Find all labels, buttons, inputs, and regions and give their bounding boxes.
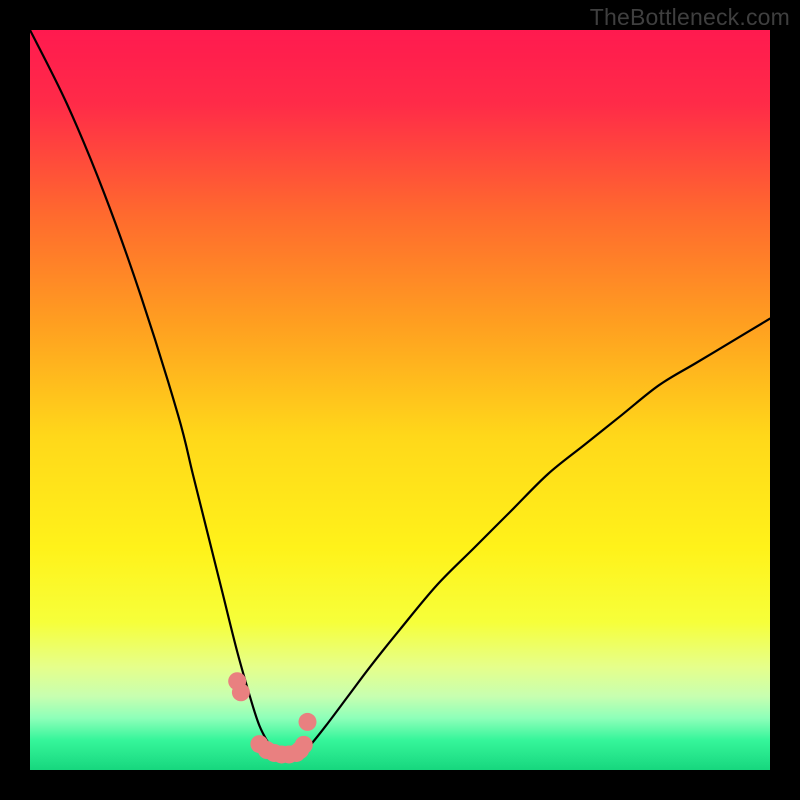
curve-markers	[228, 672, 316, 763]
chart-frame: TheBottleneck.com	[0, 0, 800, 800]
bottleneck-curve	[30, 30, 770, 770]
watermark-text: TheBottleneck.com	[590, 4, 790, 31]
curve-marker	[299, 713, 317, 731]
curve-marker	[295, 736, 313, 754]
curve-marker	[232, 683, 250, 701]
plot-area	[30, 30, 770, 770]
